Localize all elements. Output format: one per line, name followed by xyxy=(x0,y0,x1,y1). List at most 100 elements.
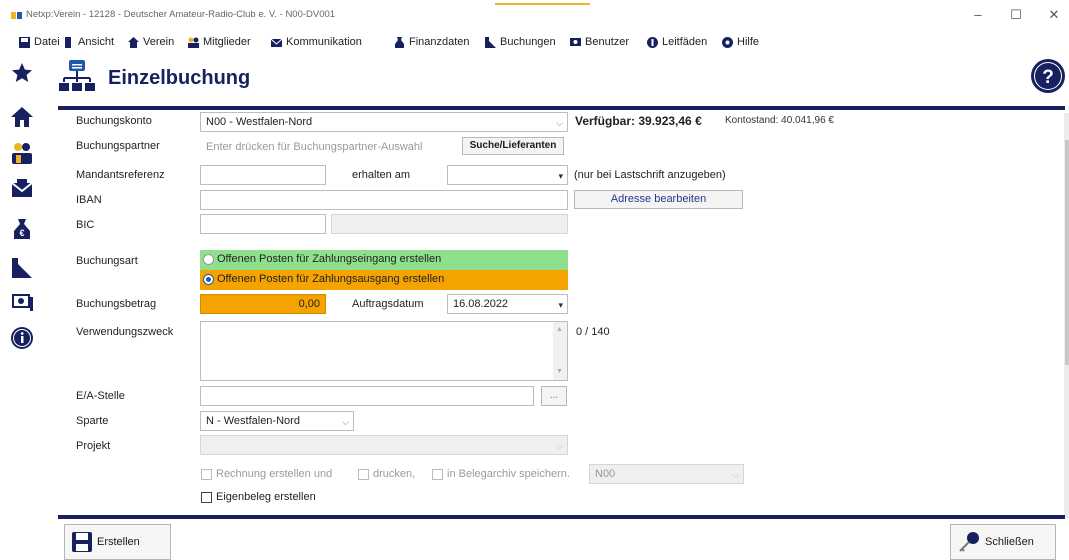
erstellen-button[interactable]: Erstellen xyxy=(64,524,171,560)
label-mandatsreferenz: Mandantsreferenz xyxy=(76,169,165,181)
view-icon xyxy=(65,36,71,48)
sidebar: € xyxy=(0,53,44,560)
suche-lieferanten-button[interactable]: Suche/Lieferanten xyxy=(462,137,564,155)
lastschrift-hint: (nur bei Lastschrift anzugeben) xyxy=(574,169,726,181)
menu-label: Finanzdaten xyxy=(409,36,470,48)
radio-label: Offenen Posten für Zahlungseingang erste… xyxy=(217,253,442,265)
close-button[interactable]: ✕ xyxy=(1044,6,1064,24)
bic-input[interactable] xyxy=(200,214,326,234)
mail-icon[interactable] xyxy=(10,177,34,201)
auftragsdatum-value: 16.08.2022 xyxy=(453,298,509,310)
label-projekt: Projekt xyxy=(76,440,111,452)
buchungskonto-value: N00 - Westfalen-Nord xyxy=(206,116,313,128)
auftragsdatum-date[interactable]: 16.08.2022 ▾ xyxy=(447,294,568,314)
drucken-label: drucken, xyxy=(373,468,416,480)
buchungskonto-select[interactable]: N00 - Westfalen-Nord ⌵ xyxy=(200,112,568,132)
eigenbeleg-label: Eigenbeleg erstellen xyxy=(216,491,316,503)
menu-mitglieder[interactable]: Mitglieder xyxy=(187,34,251,50)
title-bar: Netxp:Verein - 12128 - Deutscher Amateur… xyxy=(0,0,1069,30)
user-icon xyxy=(570,37,581,46)
verfuegbar-value: Verfügbar: 39.923,46 € xyxy=(575,114,702,128)
menu-finanzdaten[interactable]: Finanzdaten xyxy=(393,34,470,50)
textarea-scrollbar[interactable]: ▲ ▼ xyxy=(553,322,567,380)
mail-icon xyxy=(270,38,283,47)
checkbox-box xyxy=(201,491,212,503)
bookings-icon[interactable] xyxy=(10,256,34,280)
menu-label: Datei xyxy=(34,36,60,48)
ea-stelle-browse-button[interactable]: ... xyxy=(541,386,567,406)
menu-buchungen[interactable]: Buchungen xyxy=(484,34,556,50)
checkbox-box xyxy=(201,468,212,480)
form-scrollbar-thumb[interactable] xyxy=(1065,140,1069,365)
kontostand-value: Kontostand: 40.041,96 € xyxy=(725,115,834,126)
bank-name-field xyxy=(331,214,568,234)
label-iban: IBAN xyxy=(76,194,102,206)
menu-kommunikation[interactable]: Kommunikation xyxy=(270,34,362,50)
chevron-down-icon: ⌵ xyxy=(342,417,349,427)
svg-text:€: € xyxy=(19,228,24,238)
buchungspartner-placeholder: Enter drücken für Buchungspartner-Auswah… xyxy=(206,141,423,153)
verwendungszweck-textarea[interactable]: ▲ ▼ xyxy=(200,321,568,381)
ea-stelle-input[interactable] xyxy=(200,386,534,406)
rechnung-label: Rechnung erstellen und xyxy=(216,468,333,480)
buchungspartner-input[interactable]: Enter drücken für Buchungspartner-Auswah… xyxy=(200,137,460,157)
char-counter: 0 / 140 xyxy=(576,326,610,338)
menu-bar: Datei Ansicht Verein Mitglieder Kommunik… xyxy=(0,30,1069,53)
members-icon[interactable] xyxy=(10,141,34,165)
erhalten-am-date[interactable]: ▾ xyxy=(447,165,568,185)
radio-zahlungsausgang[interactable]: Offenen Posten für Zahlungsausgang erste… xyxy=(200,270,568,290)
bottom-rule xyxy=(58,515,1065,519)
rechnung-checkbox[interactable]: Rechnung erstellen und xyxy=(201,468,332,480)
belegarchiv-checkbox[interactable]: in Belegarchiv speichern. xyxy=(432,468,570,480)
radio-label: Offenen Posten für Zahlungsausgang erste… xyxy=(217,273,445,285)
label-bic: BIC xyxy=(76,219,95,231)
guide-icon xyxy=(647,36,658,48)
info-icon[interactable] xyxy=(10,326,34,350)
scroll-down-icon: ▼ xyxy=(556,368,563,375)
label-erhalten-am: erhalten am xyxy=(352,169,411,181)
calendar-dropdown-icon: ▾ xyxy=(558,300,563,310)
checkbox-box xyxy=(432,468,443,480)
star-icon[interactable] xyxy=(10,61,34,85)
sparte-select[interactable]: N - Westfalen-Nord ⌵ xyxy=(200,411,354,431)
adresse-bearbeiten-button[interactable]: Adresse bearbeiten xyxy=(574,190,743,209)
money-bag-icon xyxy=(395,36,404,48)
radio-checked-icon xyxy=(203,274,214,285)
menu-label: Buchungen xyxy=(500,36,556,48)
archiv-value: N00 xyxy=(595,468,616,480)
menu-hilfe[interactable]: Hilfe xyxy=(721,34,759,50)
house-icon[interactable] xyxy=(10,105,34,129)
iban-input[interactable] xyxy=(200,190,568,210)
user-icon[interactable] xyxy=(10,291,34,315)
disk-icon xyxy=(19,36,30,48)
eigenbeleg-checkbox[interactable]: Eigenbeleg erstellen xyxy=(201,491,316,503)
help-button[interactable]: ? xyxy=(1030,58,1066,94)
menu-datei[interactable]: Datei xyxy=(18,34,60,50)
drucken-checkbox[interactable]: drucken, xyxy=(358,468,415,480)
help-glyph: ? xyxy=(1042,67,1054,88)
schliessen-button[interactable]: Schließen xyxy=(950,524,1056,560)
minimize-button[interactable]: – xyxy=(968,6,988,24)
house-icon xyxy=(128,36,139,48)
label-verwendungszweck: Verwendungszweck xyxy=(76,326,174,338)
archiv-select: N00 ⌵ xyxy=(589,464,744,484)
menu-verein[interactable]: Verein xyxy=(127,34,174,50)
app-logo-icon xyxy=(11,12,22,19)
menu-benutzer[interactable]: Benutzer xyxy=(569,34,629,50)
radio-zahlungseingang[interactable]: Offenen Posten für Zahlungseingang erste… xyxy=(200,250,568,270)
maximize-button[interactable]: ☐ xyxy=(1006,6,1026,24)
money-bag-icon[interactable]: € xyxy=(10,217,34,241)
schliessen-label: Schließen xyxy=(985,536,1034,548)
label-buchungspartner: Buchungspartner xyxy=(76,140,160,152)
mandatsreferenz-input[interactable] xyxy=(200,165,326,185)
label-ea-stelle: E/A-Stelle xyxy=(76,390,125,402)
label-buchungsbetrag: Buchungsbetrag xyxy=(76,298,157,310)
bookings-icon xyxy=(485,36,496,48)
buchungsbetrag-input[interactable]: 0,00 xyxy=(200,294,326,314)
window-title: Netxp:Verein - 12128 - Deutscher Amateur… xyxy=(26,9,336,20)
belegarchiv-label: in Belegarchiv speichern. xyxy=(447,468,570,480)
label-auftragsdatum: Auftragsdatum xyxy=(352,298,424,310)
menu-leitfaeden[interactable]: Leitfäden xyxy=(646,34,707,50)
menu-ansicht[interactable]: Ansicht xyxy=(62,34,114,50)
menu-label: Verein xyxy=(143,36,175,48)
